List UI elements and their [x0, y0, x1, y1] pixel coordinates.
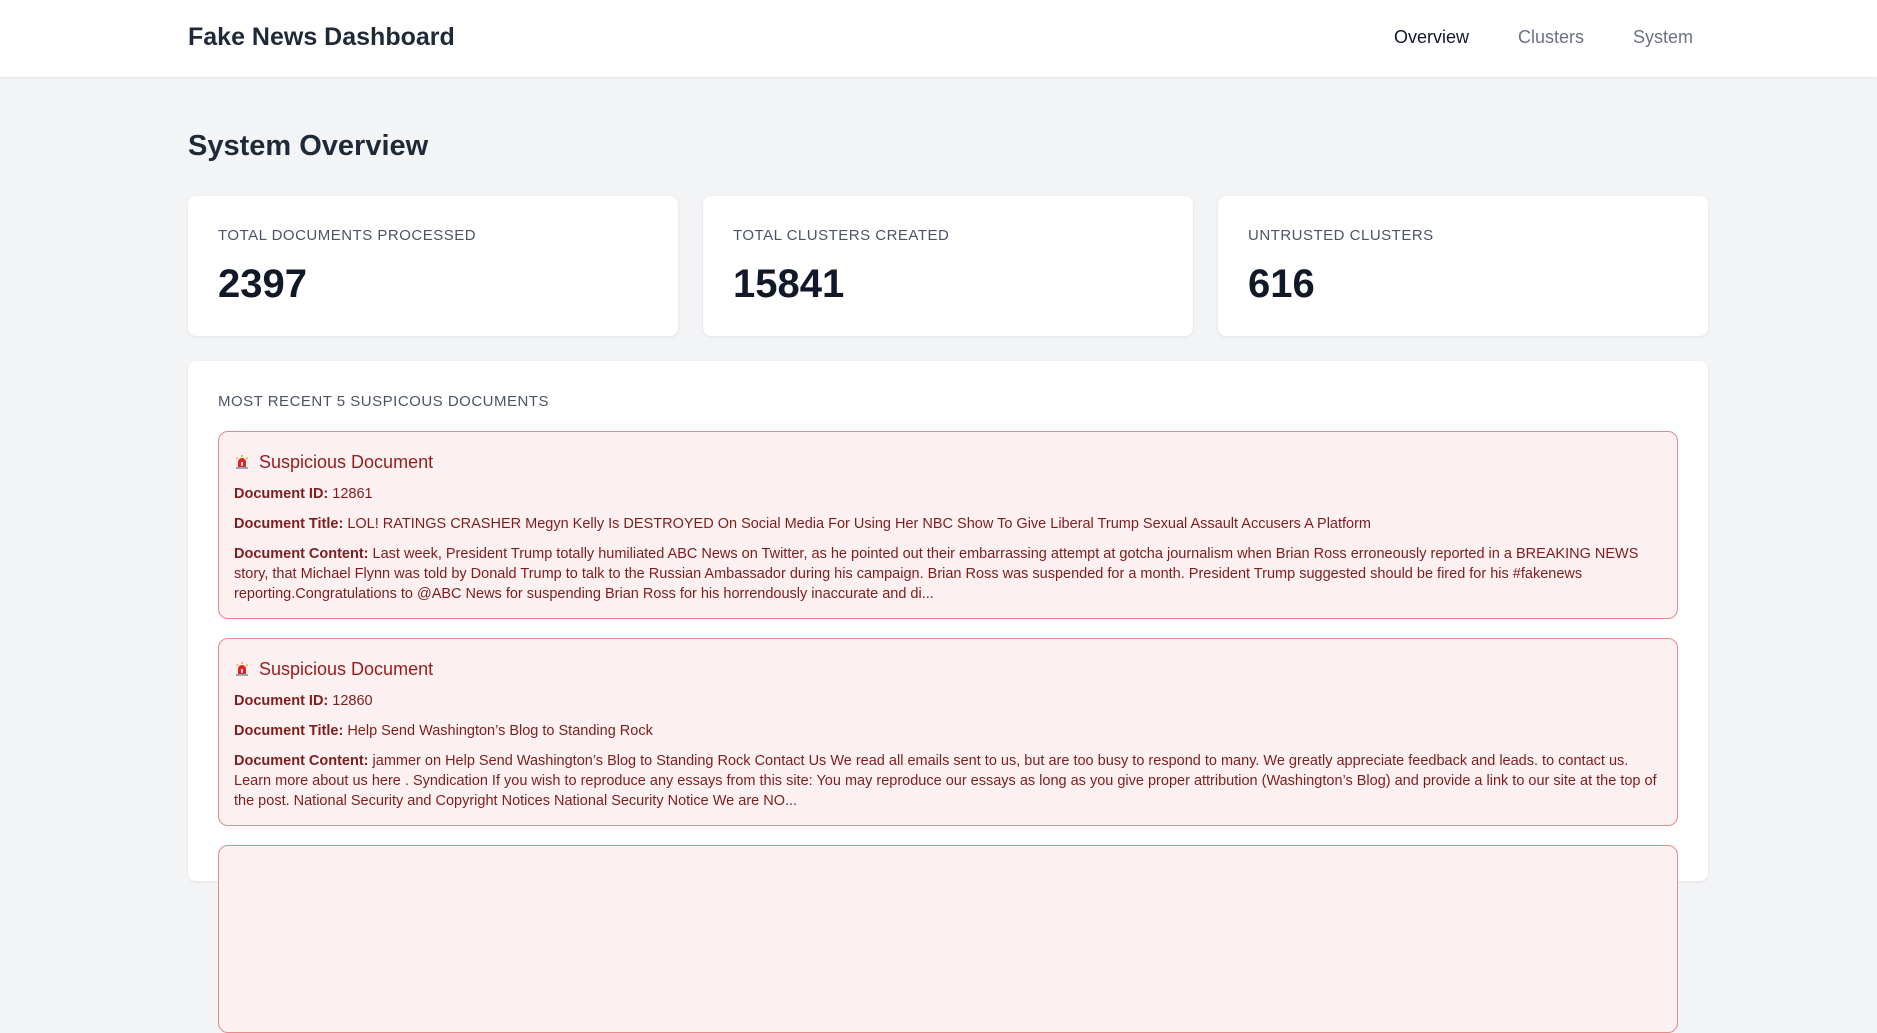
suspicious-document-card[interactable]: Suspicious Document Document ID: 12860 D…	[218, 638, 1678, 826]
document-content-value: Last week, President Trump totally humil…	[234, 546, 1639, 602]
document-id-row: Document ID: 12861	[234, 484, 1662, 504]
suspicious-document-card[interactable]: Suspicious Document Document ID: 12861 D…	[218, 431, 1678, 619]
recent-suspicious-panel: MOST RECENT 5 SUSPICOUS DOCUMENTS Suspic…	[188, 361, 1708, 1033]
stat-value: 2397	[218, 262, 307, 306]
document-content-label: Document Content:	[234, 546, 369, 562]
brand-title[interactable]: Fake News Dashboard	[188, 23, 455, 52]
stat-label: UNTRUSTED CLUSTERS	[1248, 227, 1434, 244]
document-content-label: Document Content:	[234, 753, 369, 769]
stat-card-untrusted: UNTRUSTED CLUSTERS 616	[1218, 196, 1708, 336]
document-id-label: Document ID:	[234, 486, 329, 502]
document-content-row: Document Content: Last week, President T…	[234, 544, 1662, 604]
siren-icon	[236, 662, 248, 676]
stat-card-documents: TOTAL DOCUMENTS PROCESSED 2397	[188, 196, 678, 336]
document-id-value: 12860	[332, 693, 373, 709]
nav-link-clusters[interactable]: Clusters	[1518, 27, 1584, 48]
document-heading: Suspicious Document	[259, 451, 434, 472]
top-navbar: Fake News Dashboard Overview Clusters Sy…	[0, 0, 1877, 77]
document-title-label: Document Title:	[234, 723, 344, 739]
document-title-row: Document Title: LOL! RATINGS CRASHER Meg…	[234, 514, 1662, 534]
stat-card-clusters: TOTAL CLUSTERS CREATED 15841	[703, 196, 1193, 336]
recent-heading: MOST RECENT 5 SUSPICOUS DOCUMENTS	[218, 393, 549, 410]
stat-value: 15841	[733, 262, 845, 306]
stat-label: TOTAL CLUSTERS CREATED	[733, 227, 950, 244]
stat-value: 616	[1248, 262, 1315, 306]
document-title-row: Document Title: Help Send Washington’s B…	[234, 721, 1662, 741]
stat-label: TOTAL DOCUMENTS PROCESSED	[218, 227, 477, 244]
document-title-value: Help Send Washington’s Blog to Standing …	[347, 723, 653, 739]
document-id-value: 12861	[332, 486, 373, 502]
document-title-value: LOL! RATINGS CRASHER Megyn Kelly Is DEST…	[347, 516, 1372, 532]
document-content-value: jammer on Help Send Washington’s Blog to…	[234, 753, 1657, 809]
page-title: System Overview	[188, 130, 429, 162]
siren-icon	[236, 455, 248, 469]
nav-link-system[interactable]: System	[1633, 27, 1693, 48]
document-id-label: Document ID:	[234, 693, 329, 709]
suspicious-document-card-partial[interactable]	[218, 845, 1678, 1033]
main-nav: Overview Clusters System	[1394, 27, 1693, 48]
document-content-row: Document Content: jammer on Help Send Wa…	[234, 751, 1662, 811]
document-id-row: Document ID: 12860	[234, 691, 1662, 711]
document-heading: Suspicious Document	[259, 658, 434, 679]
nav-link-overview[interactable]: Overview	[1394, 27, 1469, 48]
document-title-label: Document Title:	[234, 516, 344, 532]
